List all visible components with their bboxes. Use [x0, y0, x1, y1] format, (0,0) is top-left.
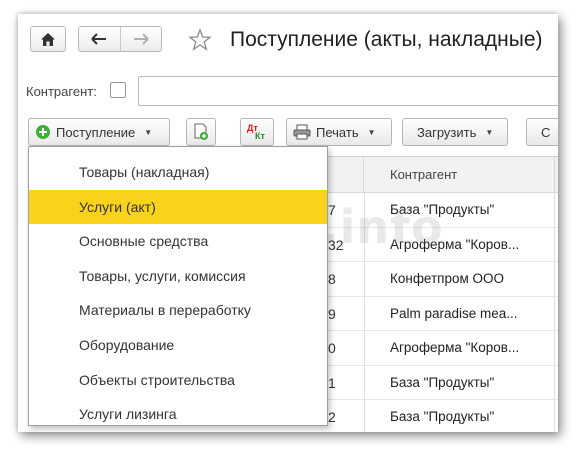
- document-number-cell: 8: [328, 271, 336, 287]
- column-divider: [554, 157, 555, 193]
- load-button-label: Загрузить: [417, 124, 477, 140]
- chevron-down-icon: ▼: [367, 127, 376, 137]
- document-number-cell: 7: [328, 202, 336, 218]
- contractor-cell: Агроферма "Коров...: [390, 340, 520, 355]
- document-number-cell: 0: [328, 340, 336, 356]
- contractor-cell: База "Продукты": [390, 374, 495, 390]
- more-toolbar-button[interactable]: С: [526, 118, 558, 146]
- chevron-down-icon: ▼: [144, 127, 153, 137]
- column-divider: [364, 193, 365, 227]
- dt-kt-button[interactable]: Дт Кт: [240, 118, 274, 146]
- column-header-contractor[interactable]: Контрагент: [390, 167, 457, 182]
- print-button[interactable]: Печать ▼: [286, 118, 392, 146]
- contractor-cell: Конфетпром ООО: [390, 271, 505, 286]
- favorite-button[interactable]: [186, 26, 214, 54]
- receipt-button-label: Поступление: [56, 124, 136, 140]
- arrow-left-icon: [91, 33, 107, 45]
- menu-item[interactable]: Материалы в переработку: [29, 293, 327, 327]
- document-number-cell: 2: [328, 409, 336, 425]
- app-window: Поступление (акты, накладные) Контрагент…: [18, 14, 558, 432]
- back-button[interactable]: [79, 27, 120, 51]
- contractor-cell: База "Продукты": [390, 409, 495, 424]
- column-divider: [364, 400, 365, 432]
- contractor-cell: База "Продукты": [390, 202, 495, 217]
- home-button[interactable]: [30, 26, 66, 52]
- column-divider: [364, 227, 365, 261]
- copy-button[interactable]: [186, 118, 216, 146]
- forward-button[interactable]: [119, 27, 162, 51]
- contractor-cell: Palm paradise mea...: [390, 305, 518, 321]
- print-button-label: Печать: [316, 124, 359, 140]
- more-button-label: С: [541, 124, 551, 140]
- arrow-right-icon: [133, 33, 149, 45]
- menu-item[interactable]: Основные средства: [29, 224, 327, 258]
- column-divider: [364, 365, 365, 399]
- menu-item[interactable]: Объекты строительства: [29, 363, 327, 397]
- dt-kt-icon: Дт Кт: [247, 123, 265, 141]
- menu-item[interactable]: Товары, услуги, комиссия: [29, 259, 327, 293]
- star-icon: [188, 28, 212, 51]
- contractor-cell: Агроферма "Коров...: [390, 236, 520, 252]
- receipt-dropdown-menu: Товары (накладная) Услуги (акт) Основные с…: [28, 146, 328, 426]
- column-divider: [364, 262, 365, 296]
- document-number-cell: 32: [328, 236, 344, 253]
- chevron-down-icon: ▼: [485, 127, 494, 137]
- home-icon: [41, 32, 55, 46]
- contractor-filter-checkbox[interactable]: [110, 82, 126, 98]
- menu-item[interactable]: Товары (накладная): [29, 155, 327, 189]
- plus-circle-icon: [36, 125, 50, 139]
- menu-item[interactable]: Услуги (акт): [29, 189, 327, 224]
- column-divider: [364, 331, 365, 365]
- page-title: Поступление (акты, накладные): [230, 28, 543, 51]
- menu-item[interactable]: Оборудование: [29, 328, 327, 362]
- contractor-filter-input[interactable]: [138, 76, 558, 106]
- document-number-cell: 1: [328, 374, 336, 391]
- document-number-cell: 9: [328, 305, 336, 322]
- printer-icon: [293, 124, 311, 140]
- menu-item[interactable]: Услуги лизинга: [29, 397, 327, 431]
- receipt-create-button[interactable]: Поступление ▼: [28, 118, 170, 146]
- column-divider: [364, 296, 365, 330]
- history-navigation: [78, 26, 162, 52]
- contractor-filter-label: Контрагент:: [26, 84, 97, 99]
- copy-document-icon: [194, 123, 208, 140]
- load-button[interactable]: Загрузить ▼: [402, 118, 508, 146]
